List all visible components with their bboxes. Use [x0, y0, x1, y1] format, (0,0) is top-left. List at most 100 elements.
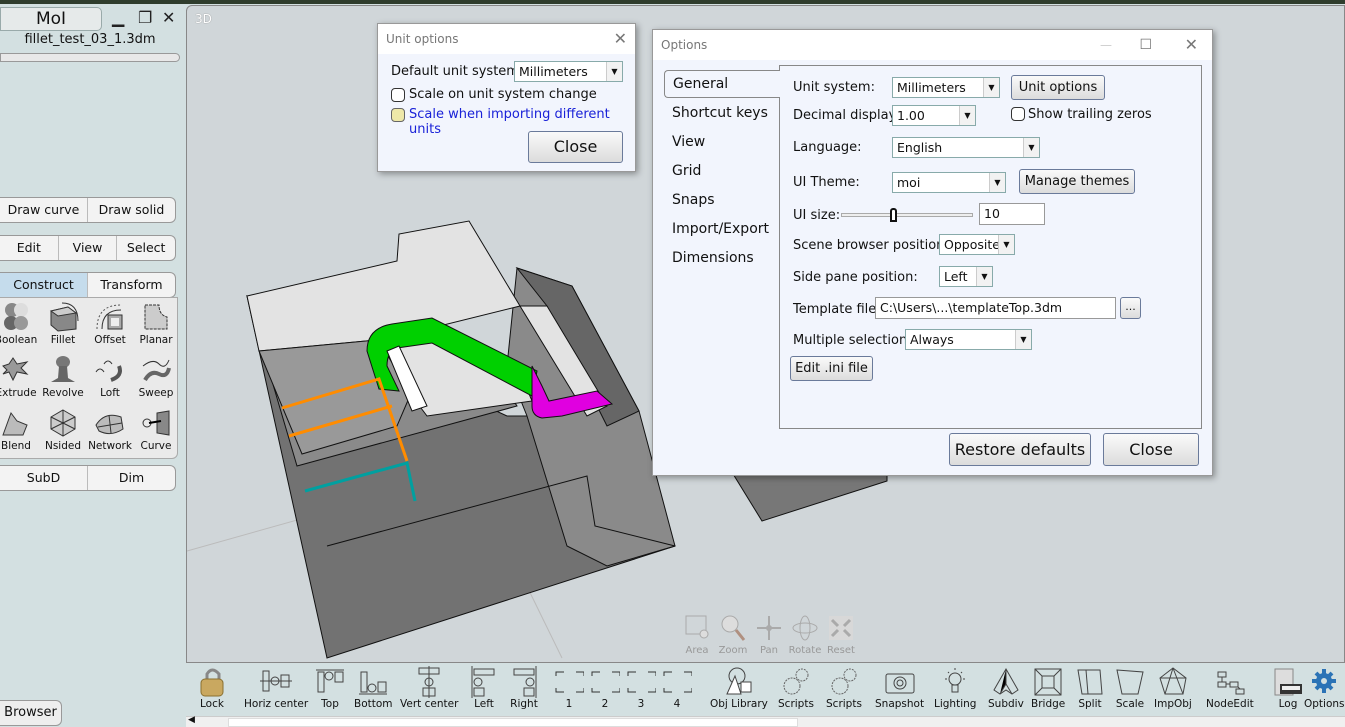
- align-top-button[interactable]: Top: [314, 666, 346, 710]
- minimize-icon[interactable]: ▁: [112, 8, 124, 27]
- close-icon[interactable]: ✕: [162, 8, 175, 27]
- template-file-input[interactable]: C:\Users\...\templateTop.3dm: [875, 297, 1116, 319]
- tab-transform[interactable]: Transform: [88, 273, 175, 297]
- align-right-button[interactable]: Right: [508, 666, 540, 710]
- tab-select[interactable]: Select: [117, 236, 175, 260]
- planar-button[interactable]: Planar: [133, 300, 179, 346]
- decimal-display-select[interactable]: 1.00 ▼: [892, 105, 976, 126]
- nav-area-button[interactable]: Area: [677, 614, 717, 656]
- browse-template-button[interactable]: ...: [1120, 297, 1141, 319]
- unit-system-select[interactable]: Millimeters ▼: [892, 77, 1000, 98]
- slider-thumb[interactable]: [890, 208, 897, 222]
- sweep-button[interactable]: Sweep: [133, 353, 179, 399]
- horiz-center-button[interactable]: Horiz center: [244, 666, 308, 710]
- view-3-button[interactable]: 3: [626, 666, 656, 710]
- browser-button[interactable]: Browser: [0, 700, 62, 726]
- tab-edit[interactable]: Edit: [0, 236, 59, 260]
- gear-icon: [1312, 669, 1337, 693]
- language-select[interactable]: English ▼: [892, 137, 1040, 158]
- nav-rotate-button[interactable]: Rotate: [785, 614, 825, 656]
- scale-importing-checkbox[interactable]: [391, 108, 405, 122]
- obj-library-button[interactable]: Obj Library: [710, 666, 768, 710]
- restore-icon[interactable]: ❐: [138, 8, 152, 27]
- scale-button[interactable]: Scale: [1114, 666, 1146, 710]
- loft-button[interactable]: Loft: [87, 353, 133, 399]
- subdiv-button[interactable]: Subdiv: [988, 666, 1024, 710]
- lighting-button[interactable]: Lighting: [934, 666, 976, 710]
- tab-construct[interactable]: Construct: [0, 273, 88, 297]
- nodeedit-button[interactable]: NodeEdit: [1206, 666, 1254, 710]
- align-bottom-button[interactable]: Bottom: [354, 666, 393, 710]
- pan-arrows-icon: [757, 616, 781, 640]
- scroll-left-arrow-icon[interactable]: ◀: [188, 715, 195, 725]
- chevron-down-icon: ▼: [1023, 138, 1039, 157]
- view-2-button[interactable]: 2: [590, 666, 620, 710]
- blend-button[interactable]: Blend: [0, 406, 39, 452]
- gears-icon: [783, 668, 809, 695]
- ui-size-input[interactable]: 10: [979, 203, 1045, 225]
- chevron-down-icon: ▼: [983, 78, 999, 97]
- vert-center-button[interactable]: Vert center: [400, 666, 458, 710]
- restore-defaults-button[interactable]: Restore defaults: [949, 433, 1091, 466]
- fillet-button[interactable]: Fillet: [40, 300, 86, 346]
- split-button[interactable]: Split: [1074, 666, 1106, 710]
- nsided-button[interactable]: Nsided: [40, 406, 86, 452]
- network-icon: [95, 414, 124, 435]
- align-left-button[interactable]: Left: [468, 666, 500, 710]
- multiple-selection-select[interactable]: Always ▼: [905, 329, 1032, 350]
- ui-theme-select[interactable]: moi ▼: [892, 172, 1006, 193]
- nav-reset-button[interactable]: Reset: [821, 614, 861, 656]
- nav-view[interactable]: View: [672, 134, 705, 150]
- nav-import-export[interactable]: Import/Export: [672, 221, 769, 237]
- scripts-button[interactable]: Scripts: [778, 666, 814, 710]
- nav-dimensions[interactable]: Dimensions: [672, 250, 754, 266]
- options-button[interactable]: Options: [1304, 666, 1345, 710]
- curve-button[interactable]: Curve: [133, 406, 179, 452]
- tab-dim[interactable]: Dim: [88, 466, 175, 490]
- unit-options-button[interactable]: Unit options: [1011, 75, 1105, 100]
- show-trailing-zeros-checkbox[interactable]: [1011, 107, 1025, 121]
- log-button[interactable]: Log: [1272, 666, 1304, 710]
- nav-zoom-button[interactable]: Zoom: [713, 614, 753, 656]
- bridge-button[interactable]: Bridge: [1031, 666, 1065, 710]
- scripts-button-2[interactable]: Scripts: [826, 666, 862, 710]
- chevron-down-icon: ▼: [976, 267, 992, 286]
- tab-view[interactable]: View: [59, 236, 118, 260]
- minimize-icon[interactable]: —: [1100, 30, 1112, 60]
- lock-button[interactable]: Lock: [196, 666, 228, 710]
- options-close-button[interactable]: Close: [1103, 433, 1199, 466]
- tab-draw-curve[interactable]: Draw curve: [0, 198, 88, 222]
- tab-draw-solid[interactable]: Draw solid: [88, 198, 175, 222]
- offset-button[interactable]: Offset: [87, 300, 133, 346]
- nav-snaps[interactable]: Snaps: [672, 192, 715, 208]
- app-menu-button[interactable]: MoI: [0, 7, 102, 31]
- edit-ini-button[interactable]: Edit .ini file: [790, 356, 873, 381]
- scene-browser-select[interactable]: Opposite ▼: [939, 234, 1015, 255]
- close-icon[interactable]: ✕: [614, 24, 627, 54]
- ui-size-slider[interactable]: [841, 208, 973, 222]
- maximize-icon[interactable]: ☐: [1139, 30, 1152, 60]
- unit-options-dialog: Unit options ✕ Default unit system: Mill…: [377, 23, 636, 172]
- obj-library-icon: [726, 667, 752, 695]
- tab-subd[interactable]: SubD: [0, 466, 88, 490]
- nav-grid[interactable]: Grid: [672, 163, 701, 179]
- network-button[interactable]: Network: [87, 406, 133, 452]
- nav-general[interactable]: General: [664, 70, 780, 98]
- manage-themes-button[interactable]: Manage themes: [1019, 169, 1135, 194]
- nav-shortcut-keys[interactable]: Shortcut keys: [672, 105, 768, 121]
- horizontal-scrollbar[interactable]: ◀: [186, 715, 1345, 727]
- close-icon[interactable]: ✕: [1185, 30, 1198, 60]
- default-unit-select[interactable]: Millimeters ▼: [514, 61, 623, 82]
- scrollbar-thumb[interactable]: [228, 718, 798, 727]
- unit-options-close-button[interactable]: Close: [528, 131, 623, 163]
- extrude-button[interactable]: Extrude: [0, 353, 39, 399]
- view-1-button[interactable]: 1: [554, 666, 584, 710]
- nav-pan-button[interactable]: Pan: [749, 614, 789, 656]
- scale-on-change-checkbox[interactable]: [391, 88, 405, 102]
- impobj-button[interactable]: ImpObj: [1154, 666, 1192, 710]
- side-pane-select[interactable]: Left ▼: [939, 266, 993, 287]
- view-4-button[interactable]: 4: [662, 666, 692, 710]
- boolean-button[interactable]: Boolean: [0, 300, 39, 346]
- snapshot-button[interactable]: Snapshot: [875, 666, 924, 710]
- revolve-button[interactable]: Revolve: [40, 353, 86, 399]
